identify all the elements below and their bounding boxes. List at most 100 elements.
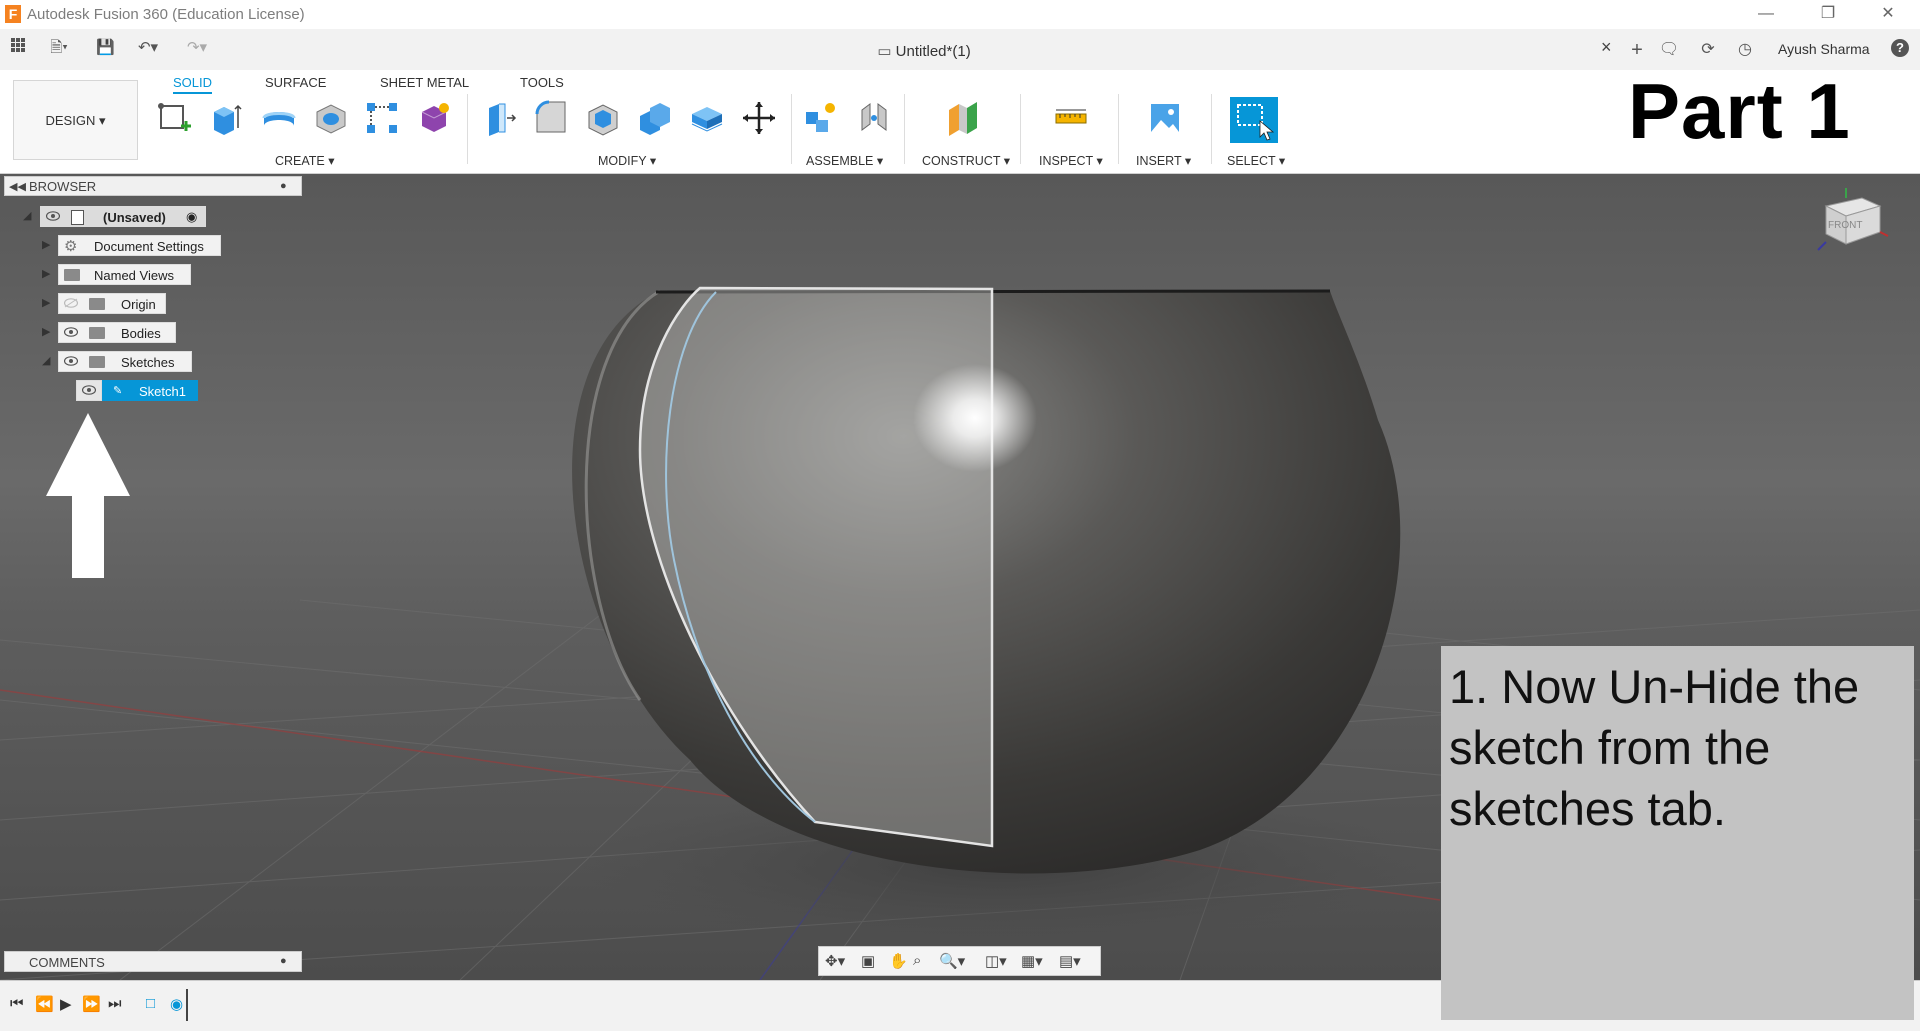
group-divider [904,94,905,164]
expand-arrow-icon[interactable]: ▶ [42,238,50,251]
file-icon[interactable]: 🗎▾ [44,38,74,58]
instruction-text: 1. Now Un-Hide the sketch from the sketc… [1449,660,1860,835]
next-frame-icon[interactable]: ⏩ [82,995,101,1013]
tab-sheet-metal[interactable]: SHEET METAL [380,75,469,90]
pattern-icon[interactable] [364,100,400,136]
collapse-arrow-icon[interactable]: ◢ [23,209,31,222]
create-form-icon[interactable] [416,100,452,136]
expand-arrow-icon[interactable]: ▶ [42,325,50,338]
activate-radio-icon[interactable]: ◉ [186,209,197,225]
tab-tools[interactable]: TOOLS [520,75,564,90]
extrude-icon[interactable] [208,100,244,136]
inspect-group-label[interactable]: INSPECT ▾ [1039,153,1103,168]
zoom-icon[interactable]: 🔍▾ [939,952,965,970]
measure-icon[interactable] [1053,100,1089,136]
restore-icon[interactable]: ❐ [1818,4,1838,24]
insert-image-icon[interactable] [1147,100,1183,136]
visibility-eye-icon[interactable] [46,211,60,221]
grid-icon[interactable] [10,38,26,58]
hidden-eye-icon[interactable] [64,298,78,308]
pin-icon[interactable]: ● [280,955,287,967]
offset-face-icon[interactable] [689,100,725,136]
joint-icon[interactable] [856,100,892,136]
comments-panel[interactable]: COMMENTS ● [4,951,302,972]
revolve-feature-icon[interactable]: ◉ [170,995,183,1013]
last-frame-icon[interactable]: ⏭ [108,995,122,1012]
visibility-eye-icon[interactable] [64,327,78,337]
modify-group-label[interactable]: MODIFY ▾ [598,153,656,168]
close-icon[interactable]: ✕ [1878,4,1898,24]
sketch-feature-icon[interactable]: □ [146,995,155,1012]
sync-icon[interactable]: ⟳ [1697,39,1719,59]
collapse-arrow-icon[interactable]: ◢ [42,354,50,367]
fillet-icon[interactable] [533,100,569,136]
document-tab[interactable]: ▭ Untitled*(1) × [224,29,1624,70]
tree-item-sketch1[interactable]: ✎ Sketch1 [102,380,198,401]
look-at-icon[interactable]: ▣ [861,952,875,970]
move-copy-icon[interactable] [741,100,777,136]
play-icon[interactable]: ▶ [60,995,72,1013]
workspace-switcher[interactable]: DESIGN ▾ [13,80,138,160]
chat-icon[interactable]: 🗨 [1658,39,1680,59]
new-component-icon[interactable] [802,100,838,136]
first-frame-icon[interactable]: ⏮ [10,995,24,1012]
hole-icon[interactable] [313,100,349,136]
tree-item-bodies[interactable]: Bodies [58,322,176,343]
folder-icon [89,327,105,339]
previous-frame-icon[interactable]: ⏪ [35,995,54,1013]
tree-item-label: Named Views [94,268,174,283]
close-tab-icon[interactable]: × [1601,37,1612,58]
viewcube-front-label: FRONT [1828,220,1862,231]
part-title-annotation: Part 1 [1628,67,1851,155]
pin-icon[interactable]: ● [280,180,287,192]
insert-group-label[interactable]: INSERT ▾ [1136,153,1191,168]
offset-plane-icon[interactable] [945,100,981,136]
minimize-icon[interactable]: — [1756,4,1776,24]
root-node[interactable]: (Unsaved) ◉ [40,206,206,227]
document-title: ▭ Untitled*(1) [877,43,971,60]
tree-item-named-views[interactable]: Named Views [58,264,191,285]
window-title: Autodesk Fusion 360 (Education License) [27,6,305,23]
undo-icon[interactable]: ↶▾ [131,38,165,58]
select-icon[interactable] [1230,97,1278,143]
comments-label: COMMENTS [29,955,105,970]
pan-icon[interactable]: ✋ [889,952,908,970]
shell-icon[interactable] [585,100,621,136]
combine-icon[interactable] [637,100,673,136]
create-sketch-icon[interactable] [157,100,193,136]
visibility-eye-icon[interactable] [82,385,96,395]
save-icon[interactable]: 💾 [96,38,115,58]
construct-group-label[interactable]: CONSTRUCT ▾ [922,153,1010,168]
instruction-note: 1. Now Un-Hide the sketch from the sketc… [1441,646,1914,1020]
press-pull-icon[interactable] [481,100,517,136]
orbit-icon[interactable]: ✥▾ [825,952,845,970]
expand-arrow-icon[interactable]: ▶ [42,267,50,280]
viewports-icon[interactable]: ▤▾ [1059,952,1081,970]
group-divider [467,94,468,164]
fusion-logo-icon: F [5,5,21,23]
browser-panel-header[interactable]: ◀◀ BROWSER ● [4,176,302,196]
expand-arrow-icon[interactable]: ▶ [42,296,50,309]
help-icon[interactable]: ? [1891,39,1909,57]
tree-item-document-settings[interactable]: ⚙ Document Settings [58,235,221,256]
assemble-group-label[interactable]: ASSEMBLE ▾ [806,153,883,168]
tree-item-sketches[interactable]: Sketches [58,351,192,372]
clock-icon[interactable]: ◷ [1734,39,1756,59]
create-group-label[interactable]: CREATE ▾ [275,153,335,168]
tree-item-origin[interactable]: Origin [58,293,166,314]
select-group-label[interactable]: SELECT ▾ [1227,153,1285,168]
tab-surface[interactable]: SURFACE [265,75,326,90]
grid-icon[interactable]: ▦▾ [1021,952,1043,970]
user-name[interactable]: Ayush Sharma [1778,41,1870,57]
display-icon[interactable]: ◫▾ [985,952,1007,970]
redo-icon[interactable]: ↷▾ [180,38,214,58]
timeline-marker[interactable] [186,989,188,1021]
tab-solid[interactable]: SOLID [173,75,213,94]
zoom-window-icon[interactable]: ⌕ [913,952,921,969]
collapse-panel-icon[interactable]: ◀◀ [9,180,26,193]
view-cube[interactable]: FRONT [1806,184,1890,256]
sketch1-visibility-toggle[interactable] [76,380,102,401]
visibility-eye-icon[interactable] [64,356,78,366]
plus-icon[interactable]: + [1626,39,1648,62]
revolve-icon[interactable] [261,100,297,136]
